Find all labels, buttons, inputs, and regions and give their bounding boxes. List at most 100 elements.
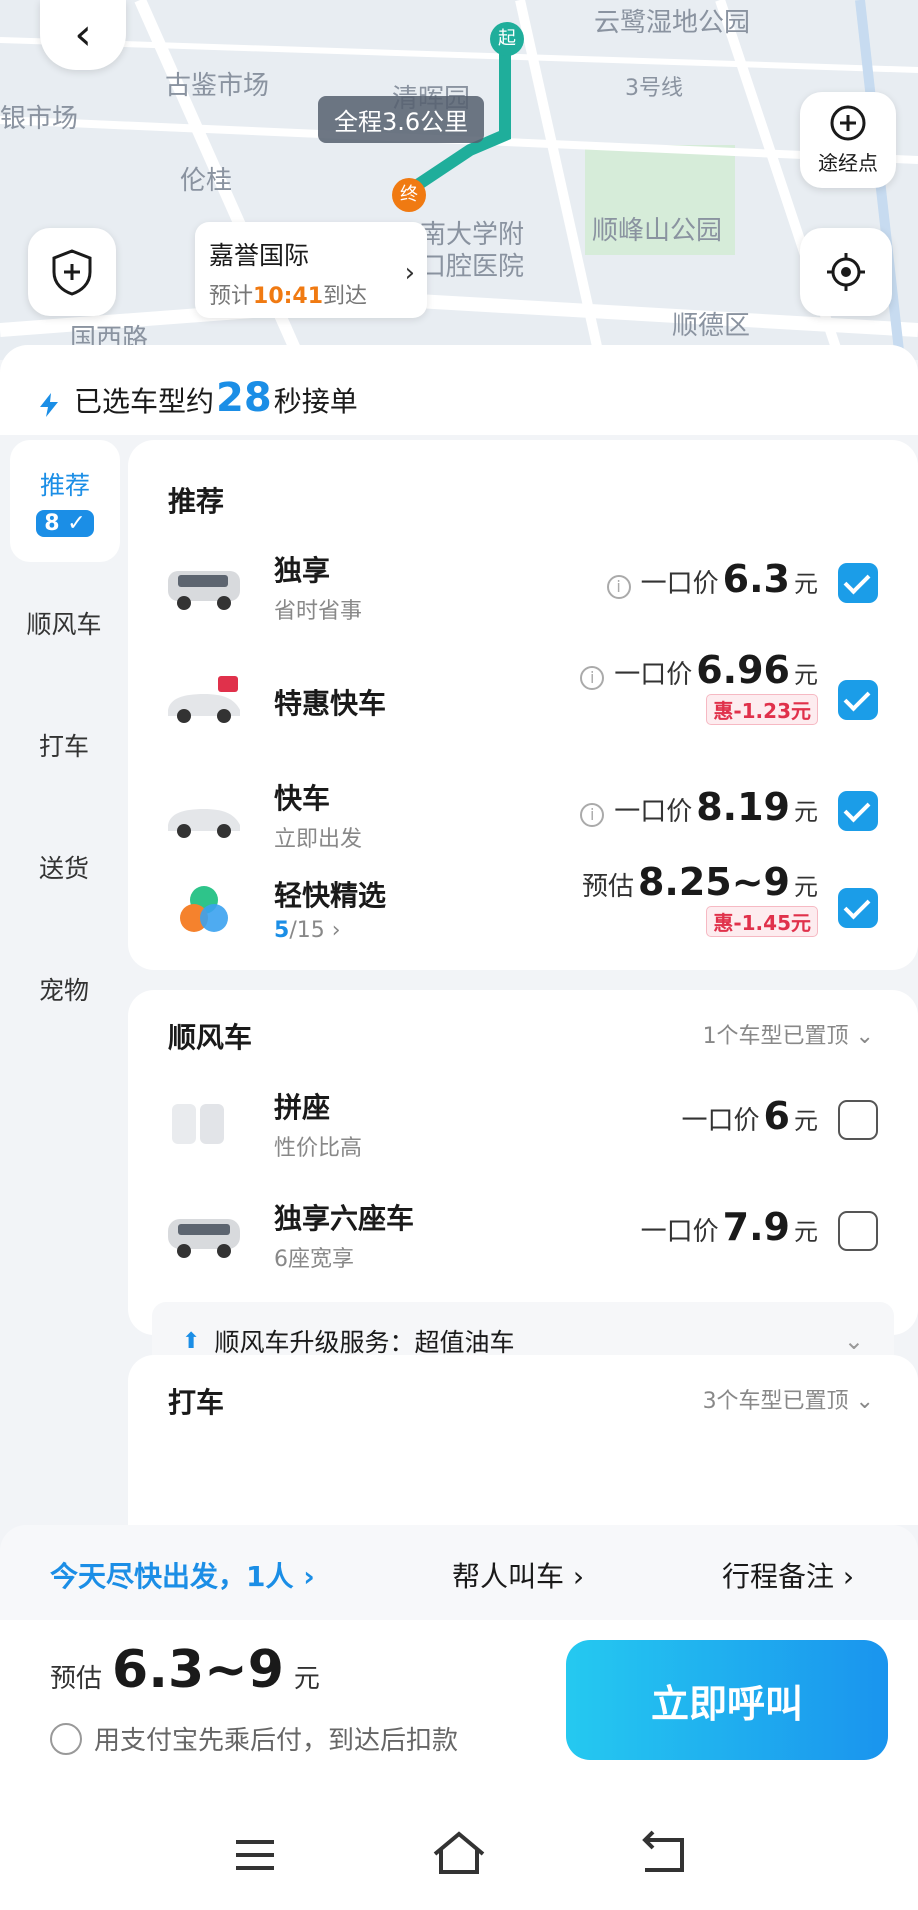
sidebar-item-pet[interactable]: 宠物 [0,928,128,1050]
map-label: 伦桂 [180,166,233,196]
ride-desc: 6座宽享 [274,1247,354,1272]
map-label: 银市场 [0,104,79,134]
map-view[interactable]: 古鉴市场 银市场 清晖园 云鹭湿地公园 3号线 顺峰山公园 南大学附 口腔医院 … [0,0,918,360]
van-icon [168,1219,240,1258]
ride-option-row[interactable]: 特惠快车 i 一口价 6.96 元 惠-1.23元 [128,648,918,758]
safety-button[interactable] [28,228,116,316]
section-title: 打车 [168,1386,225,1419]
category-sidebar: 推荐 8 ✓ 顺风车 打车 送货 宠物 [0,440,128,1050]
back-nav-icon[interactable] [642,1830,684,1872]
ride-desc: 5/15 › [274,918,341,943]
map-label: 口腔医院 [420,252,525,282]
ride-price: i 一口价 6.3 元 [606,557,818,601]
end-marker: 终 [392,178,426,212]
bubbles-icon [180,886,228,932]
ride-price: 一口价 6 元 [681,1094,818,1138]
pinned-info[interactable]: 3个车型已置顶 ⌄ [703,1383,874,1415]
ride-option-row[interactable]: 轻快精选 5/15 › 预估 8.25~9 元 惠-1.45元 [128,860,918,970]
selected-count-badge: 8 ✓ [36,509,94,537]
destination-eta: 预计10:41到达 [209,284,368,309]
ride-desc: 省时省事 [274,599,363,624]
route-distance-chip: 全程3.6公里 [318,96,485,143]
ride-name: 快车 [274,782,331,815]
call-for-others-option[interactable]: 帮人叫车 › [452,1555,584,1595]
ride-checkbox[interactable] [838,1100,878,1140]
home-icon[interactable] [433,1831,485,1874]
ride-options-sheet[interactable]: 已选车型约 28 秒接单 推荐 8 ✓ 顺风车 打车 送货 宠物 推荐 独享 省时省… [0,345,918,1525]
sidebar-item-carpool[interactable]: 顺风车 [0,562,128,684]
map-label: 顺峰山公园 [592,216,723,246]
ride-name: 轻快精选 [274,879,387,912]
carpool-card: 顺风车 1个车型已置顶 ⌄ 拼座 性价比高 一口价6元 独享六座车 6座宽享 [128,990,918,1380]
start-marker: 起 [490,22,524,56]
ride-desc: 性价比高 [274,1136,363,1161]
chevron-down-icon: ⌄ [843,1327,864,1355]
system-navbar [0,1810,918,1910]
sidebar-item-delivery[interactable]: 送货 [0,806,128,928]
ride-checkbox[interactable] [838,888,878,928]
ride-checkbox[interactable] [838,563,878,603]
discount-badge: 惠-1.45元 [706,906,818,937]
ride-name: 拼座 [274,1091,331,1124]
section-title: 推荐 [168,485,225,518]
alipay-option[interactable]: 用支付宝先乘后付，到达后扣款 [50,1720,458,1757]
map-label: 古鉴市场 [165,71,270,101]
ride-checkbox[interactable] [838,680,878,720]
eta-time: 10:41 [253,284,324,309]
car-icon [168,676,240,723]
ride-price: 预估 8.25~9 元 [581,860,818,904]
radio-button[interactable] [50,1722,82,1755]
pinned-info[interactable]: 1个车型已置顶 ⌄ [703,1018,874,1050]
back-button[interactable]: ‹ [40,0,126,70]
sidebar-item-recommend[interactable]: 推荐 8 ✓ [10,440,120,562]
ride-desc: 立即出发 [274,827,363,852]
section-title: 顺风车 [168,1021,253,1054]
ride-option-row[interactable]: 独享六座车 6座宽享 一口价 7.9 元 [128,1183,918,1293]
info-icon[interactable]: i [580,803,605,827]
departure-option[interactable]: 今天尽快出发，1人 › [50,1555,315,1595]
trip-notes-option[interactable]: 行程备注 › [722,1555,854,1595]
call-now-button[interactable]: 立即呼叫 [566,1640,888,1760]
car-icon [168,571,240,610]
ride-name: 特惠快车 [274,687,387,720]
ride-option-row[interactable]: 拼座 性价比高 一口价 6 元 [128,1072,918,1182]
menu-icon[interactable] [236,1840,274,1870]
car-icon [168,809,240,838]
fare-estimate: 预估 6.3~9 元 [50,1640,320,1700]
ride-name: 独享 [274,554,331,587]
waypoint-button[interactable]: 途经点 [800,92,896,188]
dispatch-estimate: 已选车型约 28 秒接单 [0,345,918,435]
ride-price: 一口价 7.9 元 [640,1205,818,1249]
waypoint-label: 途经点 [818,150,878,175]
ride-price: i 一口价 6.96 元 [580,648,818,692]
dispatch-seconds: 28 [216,375,272,421]
shield-icon [52,249,92,296]
add-location-icon [830,105,866,140]
destination-name: 嘉誉国际 [209,241,310,270]
seat-icon [172,1104,224,1144]
locate-button[interactable] [800,228,892,316]
map-label: 顺德区 [672,311,751,341]
locate-icon [827,253,865,291]
ride-price: i 一口价 8.19 元 [580,785,818,829]
ride-name: 独享六座车 [274,1202,415,1235]
upgrade-label: 顺风车升级服务：超值油车 [214,1328,515,1357]
ride-checkbox[interactable] [838,1211,878,1251]
discount-badge: 惠-1.23元 [706,694,818,725]
trip-options-bar: 今天尽快出发，1人 › 帮人叫车 › 行程备注 › [0,1525,918,1625]
taxi-card: 打车 3个车型已置顶 ⌄ [128,1355,918,1525]
sidebar-item-taxi[interactable]: 打车 [0,684,128,806]
chevron-right-icon: › [404,258,415,288]
recommend-card: 推荐 独享 省时省事 i 一口价 6.3 元 特惠快车 i 一口价 6.96 元… [128,440,918,970]
ride-option-row[interactable]: 快车 立即出发 i 一口价 8.19 元 [128,763,918,873]
destination-card[interactable]: 嘉誉国际 预计10:41到达 › [195,222,427,318]
upgrade-arrow-icon: ⬆ [182,1328,201,1354]
ride-option-row[interactable]: 独享 省时省事 i 一口价 6.3 元 [128,535,918,645]
map-label: 云鹭湿地公园 [594,8,751,38]
info-icon[interactable]: i [606,575,631,599]
lightning-icon [40,393,58,417]
map-label: 3号线 [625,76,683,101]
ride-checkbox[interactable] [838,791,878,831]
info-icon[interactable]: i [580,666,605,690]
back-arrow-icon: ‹ [74,9,92,60]
